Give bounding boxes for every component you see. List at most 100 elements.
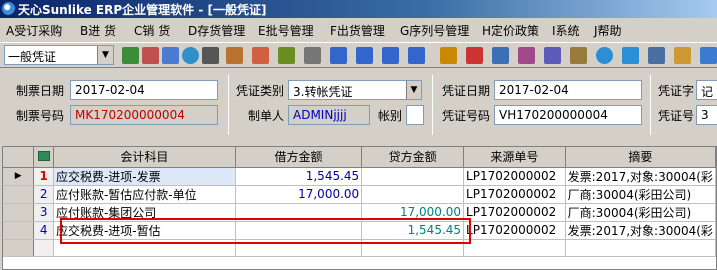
row-indicator bbox=[3, 203, 35, 222]
window-title: 天心Sunlike ERP企业管理软件 - [一般凭证] bbox=[18, 3, 267, 17]
chevron-down-icon[interactable]: ▼ bbox=[406, 81, 421, 99]
form-divider bbox=[432, 75, 433, 135]
briefcase-icon[interactable] bbox=[226, 47, 243, 64]
row-number: 1 bbox=[33, 167, 54, 186]
table-row[interactable]: 2 应付账款-暂估应付款-单位 17,000.00 LP1702000002 厂… bbox=[3, 185, 716, 204]
voucher-no-label: 制票号码 bbox=[16, 109, 65, 123]
current-row-arrow-icon: ▶ bbox=[3, 167, 35, 186]
form-divider bbox=[228, 75, 229, 135]
next-record-icon[interactable] bbox=[382, 47, 399, 64]
app-logo-icon bbox=[2, 2, 15, 15]
cut-icon[interactable] bbox=[570, 47, 587, 64]
settings-icon[interactable] bbox=[544, 47, 561, 64]
column-header-account[interactable]: 会计科目 bbox=[53, 147, 236, 168]
source-cell[interactable] bbox=[463, 239, 566, 257]
row-number: 4 bbox=[33, 221, 54, 240]
menu-pricing[interactable]: H定价政策 bbox=[482, 22, 539, 39]
info-icon[interactable] bbox=[622, 47, 639, 64]
last-record-icon[interactable] bbox=[408, 47, 425, 64]
first-record-icon[interactable] bbox=[330, 47, 347, 64]
approve-icon[interactable] bbox=[596, 47, 613, 64]
star-icon[interactable] bbox=[674, 47, 691, 64]
row-indicator bbox=[3, 239, 35, 257]
export-icon[interactable] bbox=[252, 47, 269, 64]
cert-no-field[interactable]: VH170200000004 bbox=[494, 105, 642, 125]
debit-cell[interactable]: 17,000.00 bbox=[235, 185, 363, 204]
category-select[interactable]: 3.转帐凭证 ▼ bbox=[288, 80, 422, 100]
row-number: 2 bbox=[33, 185, 54, 204]
summary-cell[interactable] bbox=[565, 239, 716, 257]
save-icon[interactable] bbox=[162, 47, 179, 64]
menu-help[interactable]: J帮助 bbox=[594, 22, 622, 39]
summary-cell[interactable]: 发票:2017,对象:30004(彩 bbox=[565, 221, 716, 240]
cert-word-field[interactable]: 记 bbox=[696, 80, 717, 100]
source-cell[interactable]: LP1702000002 bbox=[463, 185, 566, 204]
cert-num-field[interactable]: 3 bbox=[696, 105, 717, 125]
account-book-label: 帐别 bbox=[378, 109, 403, 123]
row-indicator bbox=[3, 185, 35, 204]
column-header-summary[interactable]: 摘要 bbox=[565, 147, 716, 168]
find-icon[interactable] bbox=[304, 47, 321, 64]
voucher-no-field: MK170200000004 bbox=[70, 105, 218, 125]
cert-num-label: 凭证号 bbox=[658, 109, 695, 123]
menu-system[interactable]: I系统 bbox=[552, 22, 580, 39]
maker-label: 制单人 bbox=[248, 109, 285, 123]
summary-cell[interactable]: 厂商:30004(彩田公司) bbox=[565, 203, 716, 222]
voucher-date-field[interactable]: 2017-02-04 bbox=[70, 80, 218, 100]
menu-shipping[interactable]: F出货管理 bbox=[330, 22, 385, 39]
refresh-icon[interactable] bbox=[182, 47, 199, 64]
voucher-lines-grid: 会计科目 借方金额 贷方金额 来源单号 摘要 ▶ 1 应交税费-进项-发票 1,… bbox=[2, 146, 717, 270]
grid-corner[interactable] bbox=[33, 147, 54, 168]
row-number bbox=[33, 239, 54, 257]
account-book-field[interactable] bbox=[406, 105, 424, 125]
summary-cell[interactable]: 厂商:30004(彩田公司) bbox=[565, 185, 716, 204]
window-icon[interactable] bbox=[700, 47, 717, 64]
menu-inventory[interactable]: D存货管理 bbox=[188, 22, 245, 39]
credit-cell[interactable] bbox=[361, 185, 465, 204]
row-indicator bbox=[3, 221, 35, 240]
maker-field: ADMINjjjj bbox=[288, 105, 370, 125]
new-icon[interactable] bbox=[122, 47, 139, 64]
source-cell[interactable]: LP1702000002 bbox=[463, 203, 566, 222]
title-bar: 天心Sunlike ERP企业管理软件 - [一般凭证] bbox=[0, 0, 717, 18]
summary-cell[interactable]: 发票:2017,对象:30004(彩 bbox=[565, 167, 716, 186]
account-cell[interactable]: 应交税费-进项-发票 bbox=[53, 167, 236, 186]
source-cell[interactable]: LP1702000002 bbox=[463, 167, 566, 186]
debit-cell[interactable]: 1,545.45 bbox=[235, 167, 363, 186]
document-type-select[interactable]: 一般凭证 ▼ bbox=[4, 45, 114, 65]
highlight-annotation-box bbox=[60, 218, 471, 244]
import-icon[interactable] bbox=[278, 47, 295, 64]
menu-purchase-order[interactable]: A受订采购 bbox=[6, 22, 62, 39]
spreadsheet-icon[interactable] bbox=[37, 150, 50, 161]
attach-icon[interactable] bbox=[440, 47, 457, 64]
chart-icon[interactable] bbox=[648, 47, 665, 64]
cert-no-label: 凭证号码 bbox=[442, 109, 491, 123]
menu-sales[interactable]: C销 货 bbox=[134, 22, 170, 39]
copy-icon[interactable] bbox=[492, 47, 509, 64]
source-cell[interactable]: LP1702000002 bbox=[463, 221, 566, 240]
menu-serial[interactable]: G序列号管理 bbox=[400, 22, 469, 39]
category-label: 凭证类别 bbox=[236, 84, 285, 98]
credit-cell[interactable] bbox=[361, 167, 465, 186]
account-cell[interactable]: 应付账款-暂估应付款-单位 bbox=[53, 185, 236, 204]
lock-icon[interactable] bbox=[466, 47, 483, 64]
print-icon[interactable] bbox=[202, 47, 219, 64]
column-header-source[interactable]: 来源单号 bbox=[463, 147, 566, 168]
delete-icon[interactable] bbox=[142, 47, 159, 64]
column-header-credit[interactable]: 贷方金额 bbox=[361, 147, 465, 168]
voucher-header-form: 制票日期 2017-02-04 制票号码 MK170200000004 凭证类别… bbox=[0, 69, 717, 138]
voucher-date-label: 制票日期 bbox=[16, 84, 65, 98]
previous-record-icon[interactable] bbox=[356, 47, 373, 64]
cert-word-label: 凭证字 bbox=[658, 84, 695, 98]
chevron-down-icon[interactable]: ▼ bbox=[97, 46, 113, 64]
table-row[interactable]: ▶ 1 应交税费-进项-发票 1,545.45 LP1702000002 发票:… bbox=[3, 167, 716, 186]
menu-bar: A受订采购 B进 货 C销 货 D存货管理 E批号管理 F出货管理 G序列号管理… bbox=[0, 19, 717, 41]
menu-goods-receipt[interactable]: B进 货 bbox=[80, 22, 116, 39]
column-header-debit[interactable]: 借方金额 bbox=[235, 147, 363, 168]
row-number: 3 bbox=[33, 203, 54, 222]
cert-date-field[interactable]: 2017-02-04 bbox=[494, 80, 642, 100]
row-indicator-header bbox=[3, 147, 35, 168]
cert-date-label: 凭证日期 bbox=[442, 84, 491, 98]
menu-batch[interactable]: E批号管理 bbox=[258, 22, 314, 39]
report-icon[interactable] bbox=[518, 47, 535, 64]
